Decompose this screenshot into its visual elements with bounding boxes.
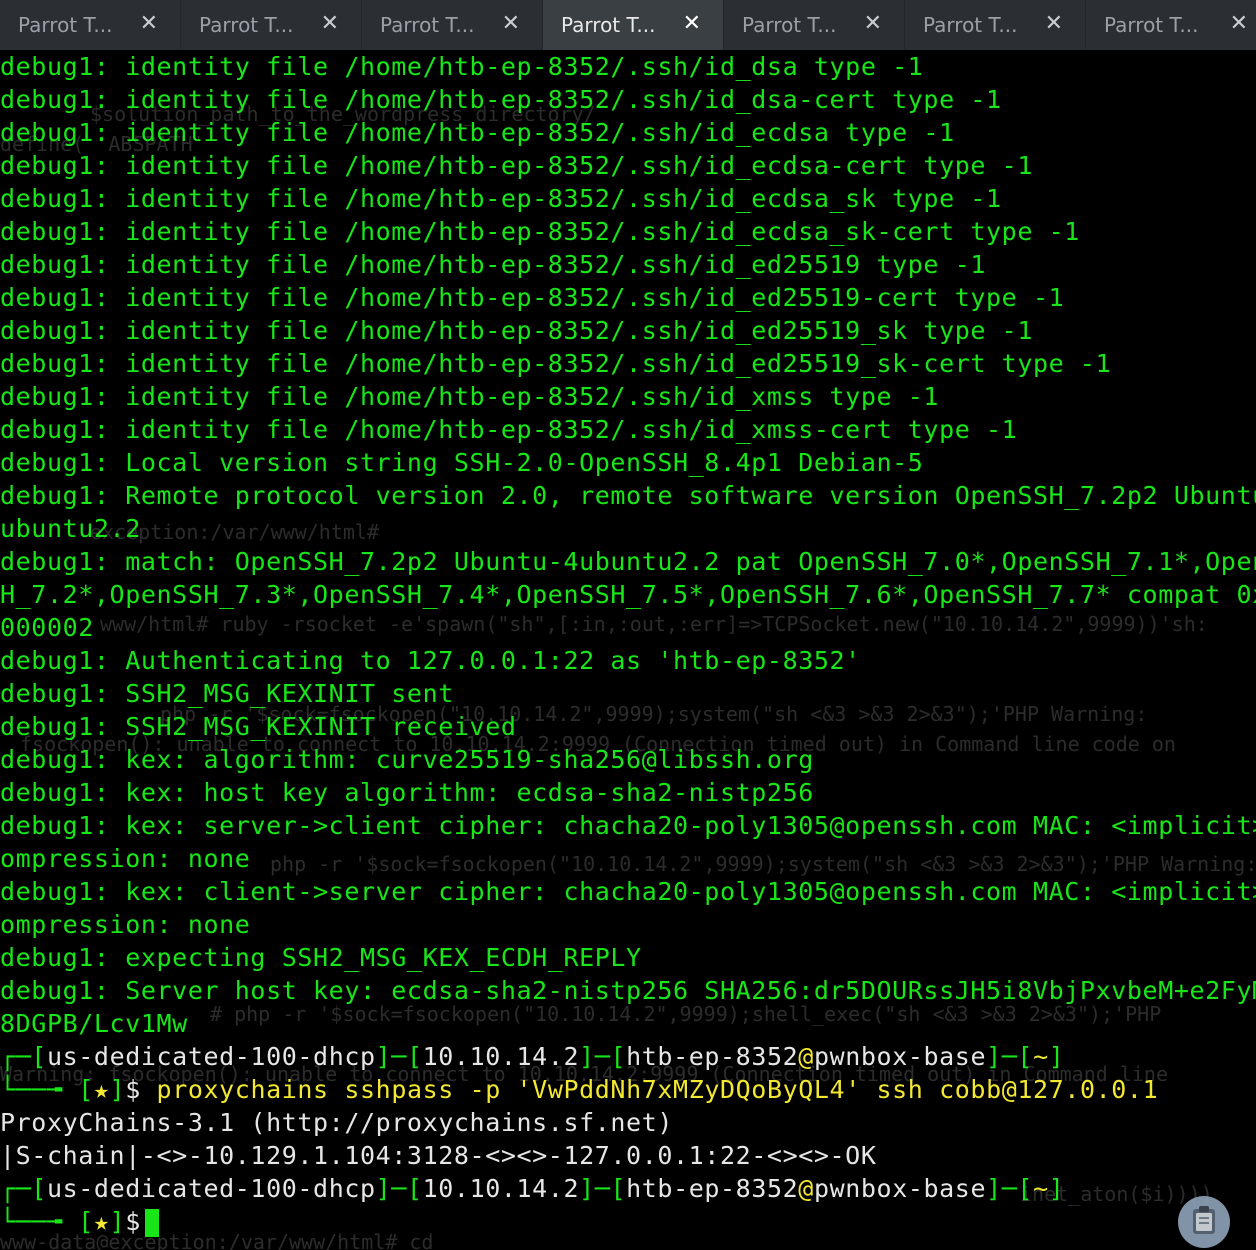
tab-3[interactable]: Parrot T... ✕ (362, 0, 543, 50)
output-line: ompression: none (0, 844, 251, 873)
prompt-user: htb-ep-8352 (626, 1042, 799, 1071)
output-line: debug1: expecting SSH2_MSG_KEX_ECDH_REPL… (0, 943, 642, 972)
prompt-cwd: ~ (1033, 1174, 1049, 1203)
output-line: debug1: SSH2_MSG_KEXINIT received (0, 712, 517, 741)
output-line: debug1: SSH2_MSG_KEXINIT sent (0, 679, 454, 708)
prompt-bracket: ]─[ (375, 1174, 423, 1203)
output-line: debug1: identity file /home/htb-ep-8352/… (0, 250, 987, 279)
close-icon[interactable]: ✕ (321, 12, 339, 36)
output-line: H_7.2*,OpenSSH_7.3*,OpenSSH_7.4*,OpenSSH… (0, 580, 1256, 609)
prompt-bracket: ] (1048, 1174, 1065, 1203)
output-line: ProxyChains-3.1 (http://proxychains.sf.n… (0, 1108, 674, 1137)
tab-label: Parrot T... (742, 13, 837, 37)
prompt-bracket: ]─[ (986, 1174, 1034, 1203)
tab-7[interactable]: Parrot T... ✕ (1086, 0, 1256, 50)
terminal-lines: debug1: identity file /home/htb-ep-8352/… (0, 50, 1256, 1238)
close-icon[interactable]: ✕ (864, 12, 882, 36)
tab-label: Parrot T... (1104, 13, 1199, 37)
output-line: debug1: identity file /home/htb-ep-8352/… (0, 415, 1018, 444)
output-line: 000002 (0, 613, 94, 642)
prompt-bracket: ]─[ (375, 1042, 423, 1071)
prompt-hostname: us-dedicated-100-dhcp (46, 1042, 376, 1071)
prompt-cwd: ~ (1033, 1042, 1049, 1071)
clipboard-icon (1191, 1205, 1217, 1240)
close-icon[interactable]: ✕ (502, 12, 520, 36)
tab-2[interactable]: Parrot T... ✕ (181, 0, 362, 50)
prompt-header: ┌─[us-dedicated-100-dhcp]─[10.10.14.2]─[… (0, 1040, 1256, 1073)
clipboard-button[interactable] (1178, 1196, 1230, 1248)
output-line: debug1: identity file /home/htb-ep-8352/… (0, 52, 924, 81)
output-line: debug1: Local version string SSH-2.0-Ope… (0, 448, 924, 477)
star-icon: ★ (93, 1207, 110, 1236)
tab-label: Parrot T... (380, 13, 475, 37)
output-line: debug1: identity file /home/htb-ep-8352/… (0, 349, 1112, 378)
prompt-corner: └──╼ (0, 1207, 79, 1236)
output-line: |S-chain|-<>-10.129.1.104:3128-<><>-127.… (0, 1141, 877, 1170)
prompt-header: ┌─[us-dedicated-100-dhcp]─[10.10.14.2]─[… (0, 1172, 1256, 1205)
prompt-dollar: $ (125, 1207, 141, 1236)
tab-bar: Parrot T... ✕ Parrot T... ✕ Parrot T... … (0, 0, 1256, 51)
prompt-corner: └──╼ (0, 1075, 79, 1104)
prompt-bracket: ┌─[ (0, 1042, 47, 1071)
prompt-machine: pwnbox-base (813, 1174, 987, 1203)
prompt-bracket: ] (109, 1075, 126, 1104)
close-icon[interactable]: ✕ (683, 12, 701, 36)
output-line: ubuntu2.2 (0, 514, 141, 543)
close-icon[interactable]: ✕ (1230, 12, 1248, 36)
prompt-bracket: ] (1048, 1042, 1065, 1071)
terminal-output-area[interactable]: $solution_path_to_the_wordpress_director… (0, 50, 1256, 1250)
prompt-bracket: ]─[ (579, 1174, 627, 1203)
prompt-at: @ (798, 1042, 814, 1071)
prompt-ip: 10.10.14.2 (422, 1042, 580, 1071)
star-icon: ★ (93, 1075, 110, 1104)
output-line: debug1: kex: client->server cipher: chac… (0, 877, 1256, 906)
output-line: debug1: Server host key: ecdsa-sha2-nist… (0, 976, 1256, 1005)
prompt-bracket: ┌─[ (0, 1174, 47, 1203)
output-line: debug1: Remote protocol version 2.0, rem… (0, 481, 1256, 510)
tab-label: Parrot T... (923, 13, 1018, 37)
close-icon[interactable]: ✕ (140, 12, 158, 36)
prompt-bracket: ]─[ (986, 1042, 1034, 1071)
active-command-line[interactable]: └──╼ [★]$ (0, 1205, 1256, 1238)
prompt-bracket: ] (109, 1207, 126, 1236)
command-text: proxychains sshpass -p 'VwPddNh7xMZyDQoB… (156, 1075, 1159, 1104)
close-icon[interactable]: ✕ (1045, 12, 1063, 36)
output-line: debug1: kex: host key algorithm: ecdsa-s… (0, 778, 814, 807)
output-line: debug1: identity file /home/htb-ep-8352/… (0, 217, 1080, 246)
tab-label: Parrot T... (18, 13, 113, 37)
tab-5[interactable]: Parrot T... ✕ (724, 0, 905, 50)
prompt-bracket: [ (78, 1075, 94, 1104)
output-line: debug1: identity file /home/htb-ep-8352/… (0, 85, 1002, 114)
output-line: debug1: kex: algorithm: curve25519-sha25… (0, 745, 814, 774)
prompt-at: @ (798, 1174, 814, 1203)
prompt-user: htb-ep-8352 (626, 1174, 799, 1203)
output-line: ompression: none (0, 910, 251, 939)
output-line: debug1: identity file /home/htb-ep-8352/… (0, 184, 1002, 213)
output-line: debug1: Authenticating to 127.0.0.1:22 a… (0, 646, 861, 675)
output-line: debug1: identity file /home/htb-ep-8352/… (0, 382, 940, 411)
prompt-bracket: ]─[ (579, 1042, 627, 1071)
prompt-hostname: us-dedicated-100-dhcp (46, 1174, 376, 1203)
command-line: └──╼ [★]$ proxychains sshpass -p 'VwPddN… (0, 1073, 1256, 1106)
output-line: debug1: match: OpenSSH_7.2p2 Ubuntu-4ubu… (0, 547, 1256, 576)
output-line: debug1: identity file /home/htb-ep-8352/… (0, 151, 1033, 180)
prompt-bracket: [ (78, 1207, 94, 1236)
tab-label: Parrot T... (561, 13, 656, 37)
tab-1[interactable]: Parrot T... ✕ (0, 0, 181, 50)
output-line: debug1: kex: server->client cipher: chac… (0, 811, 1256, 840)
tab-6[interactable]: Parrot T... ✕ (905, 0, 1086, 50)
output-line: debug1: identity file /home/htb-ep-8352/… (0, 316, 1033, 345)
tab-label: Parrot T... (199, 13, 294, 37)
tab-4-active[interactable]: Parrot T... ✕ (543, 0, 724, 50)
output-line: 8DGPB/Lcv1Mw (0, 1009, 188, 1038)
text-cursor (144, 1209, 159, 1237)
prompt-ip: 10.10.14.2 (422, 1174, 580, 1203)
prompt-machine: pwnbox-base (813, 1042, 987, 1071)
output-line: debug1: identity file /home/htb-ep-8352/… (0, 118, 955, 147)
terminal-window: Parrot T... ✕ Parrot T... ✕ Parrot T... … (0, 0, 1256, 1250)
prompt-dollar: $ (125, 1075, 157, 1104)
output-line: debug1: identity file /home/htb-ep-8352/… (0, 283, 1065, 312)
